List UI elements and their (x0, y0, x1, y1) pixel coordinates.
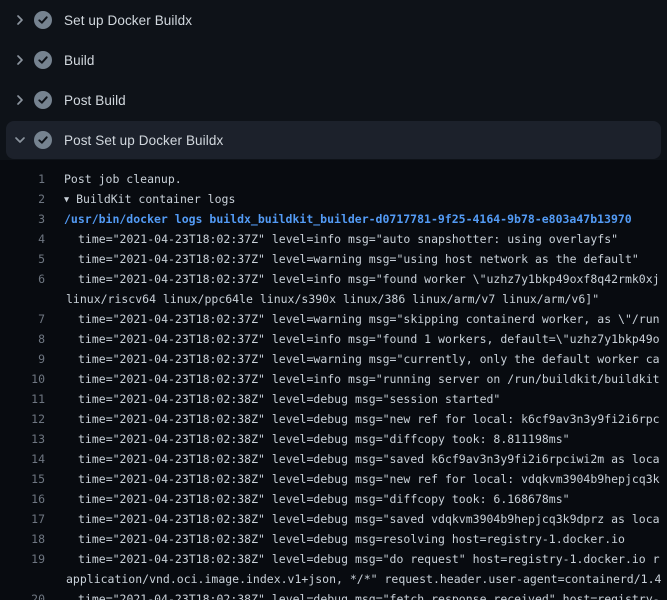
log-text: time="2021-04-23T18:02:38Z" level=debug … (78, 389, 500, 409)
log-row: 3/usr/bin/docker logs buildx_buildkit_bu… (0, 209, 667, 229)
log-row: 1 Post job cleanup. (0, 169, 667, 189)
log-row: 5 time="2021-04-23T18:02:37Z" level=warni… (0, 249, 667, 269)
log-text: time="2021-04-23T18:02:38Z" level=debug … (78, 469, 660, 489)
log-text: time="2021-04-23T18:02:37Z" level=info m… (78, 369, 660, 389)
line-number-link[interactable]: 12 (0, 409, 45, 429)
log-row: 10 time="2021-04-23T18:02:37Z" level=info… (0, 369, 667, 389)
log-command-text: /usr/bin/docker logs buildx_buildkit_bui… (64, 209, 632, 229)
line-number-link[interactable]: 14 (0, 449, 45, 469)
log-text: time="2021-04-23T18:02:38Z" level=debug … (78, 589, 660, 600)
chevron-right-icon (12, 12, 28, 28)
steps-list: Set up Docker Buildx Build Post Build Post … (0, 0, 667, 160)
check-circle-icon (34, 11, 52, 29)
log-row: 13 time="2021-04-23T18:02:38Z" level=debu… (0, 429, 667, 449)
line-number-link[interactable]: 3 (0, 209, 45, 229)
log-row: 7 time="2021-04-23T18:02:37Z" level=warni… (0, 309, 667, 329)
log-panel: 1 Post job cleanup. 2 ▼ BuildKit container l… (0, 160, 667, 600)
chevron-right-icon (12, 52, 28, 68)
triangle-down-icon: ▼ (64, 190, 69, 209)
log-row: linux/riscv64 linux/ppc64le linux/s390x … (0, 289, 667, 309)
step-row-set-up-docker-buildx[interactable]: Set up Docker Buildx (0, 0, 667, 40)
line-number-link[interactable]: 16 (0, 489, 45, 509)
log-row: 16 time="2021-04-23T18:02:38Z" level=debu… (0, 489, 667, 509)
line-number-link[interactable]: 5 (0, 249, 45, 269)
log-text: time="2021-04-23T18:02:38Z" level=debug … (78, 409, 660, 429)
check-circle-icon (34, 51, 52, 69)
log-text: time="2021-04-23T18:02:37Z" level=info m… (78, 269, 660, 289)
log-text: time="2021-04-23T18:02:38Z" level=debug … (78, 449, 660, 469)
log-text: time="2021-04-23T18:02:38Z" level=debug … (78, 489, 570, 509)
log-text: time="2021-04-23T18:02:38Z" level=debug … (78, 549, 660, 569)
line-number-link[interactable]: 8 (0, 329, 45, 349)
log-row: 18 time="2021-04-23T18:02:38Z" level=debu… (0, 529, 667, 549)
log-row: 9 time="2021-04-23T18:02:37Z" level=warni… (0, 349, 667, 369)
line-number-link[interactable]: 4 (0, 229, 45, 249)
log-text: time="2021-04-23T18:02:38Z" level=debug … (78, 509, 660, 529)
step-label: Build (64, 53, 95, 68)
log-text: time="2021-04-23T18:02:37Z" level=warnin… (78, 309, 660, 329)
check-circle-icon (34, 131, 52, 149)
step-row-post-set-up-docker-buildx[interactable]: Post Set up Docker Buildx (6, 121, 661, 159)
step-label: Post Set up Docker Buildx (64, 133, 223, 148)
log-row: 14 time="2021-04-23T18:02:38Z" level=debu… (0, 449, 667, 469)
workflow-log-viewer: Set up Docker Buildx Build Post Build Post … (0, 0, 667, 600)
line-number-link[interactable]: 18 (0, 529, 45, 549)
log-row: 2 ▼ BuildKit container logs (0, 189, 667, 209)
line-number-link[interactable]: 11 (0, 389, 45, 409)
log-row: 8 time="2021-04-23T18:02:37Z" level=info … (0, 329, 667, 349)
log-row: 19 time="2021-04-23T18:02:38Z" level=debu… (0, 549, 667, 569)
log-text: time="2021-04-23T18:02:38Z" level=debug … (78, 429, 570, 449)
log-row: 20 time="2021-04-23T18:02:38Z" level=debu… (0, 589, 667, 600)
check-circle-icon (34, 91, 52, 109)
line-number-link[interactable]: 13 (0, 429, 45, 449)
line-number-link[interactable]: 19 (0, 549, 45, 569)
log-row: 15 time="2021-04-23T18:02:38Z" level=debu… (0, 469, 667, 489)
log-text: linux/riscv64 linux/ppc64le linux/s390x … (66, 289, 599, 309)
chevron-right-icon (12, 92, 28, 108)
line-number-link[interactable]: 10 (0, 369, 45, 389)
line-number-link[interactable]: 20 (0, 589, 45, 600)
step-label: Set up Docker Buildx (64, 13, 192, 28)
line-number-link[interactable]: 1 (0, 169, 45, 189)
log-row: 11 time="2021-04-23T18:02:38Z" level=debu… (0, 389, 667, 409)
log-row: 6 time="2021-04-23T18:02:37Z" level=info … (0, 269, 667, 289)
log-group-toggle[interactable]: ▼ BuildKit container logs (64, 189, 235, 209)
line-number-empty (0, 289, 45, 309)
log-text: time="2021-04-23T18:02:37Z" level=warnin… (78, 249, 639, 269)
line-number-link[interactable]: 2 (0, 189, 45, 209)
step-row-post-build[interactable]: Post Build (0, 80, 667, 120)
log-text: Post job cleanup. (64, 169, 182, 189)
log-row: application/vnd.oci.image.index.v1+json,… (0, 569, 667, 589)
log-row: 4 time="2021-04-23T18:02:37Z" level=info … (0, 229, 667, 249)
log-text: time="2021-04-23T18:02:38Z" level=debug … (78, 529, 625, 549)
log-text: time="2021-04-23T18:02:37Z" level=warnin… (78, 349, 660, 369)
step-label: Post Build (64, 93, 126, 108)
line-number-link[interactable]: 6 (0, 269, 45, 289)
line-number-link[interactable]: 9 (0, 349, 45, 369)
log-text: time="2021-04-23T18:02:37Z" level=info m… (78, 229, 618, 249)
chevron-down-icon (12, 132, 28, 148)
line-number-link[interactable]: 7 (0, 309, 45, 329)
log-row: 12 time="2021-04-23T18:02:38Z" level=debu… (0, 409, 667, 429)
log-group-title: BuildKit container logs (76, 192, 235, 206)
log-text: application/vnd.oci.image.index.v1+json,… (66, 569, 661, 589)
line-number-link[interactable]: 17 (0, 509, 45, 529)
line-number-empty (0, 569, 45, 589)
log-row: 17 time="2021-04-23T18:02:38Z" level=debu… (0, 509, 667, 529)
step-row-build[interactable]: Build (0, 40, 667, 80)
log-text: time="2021-04-23T18:02:37Z" level=info m… (78, 329, 660, 349)
line-number-link[interactable]: 15 (0, 469, 45, 489)
